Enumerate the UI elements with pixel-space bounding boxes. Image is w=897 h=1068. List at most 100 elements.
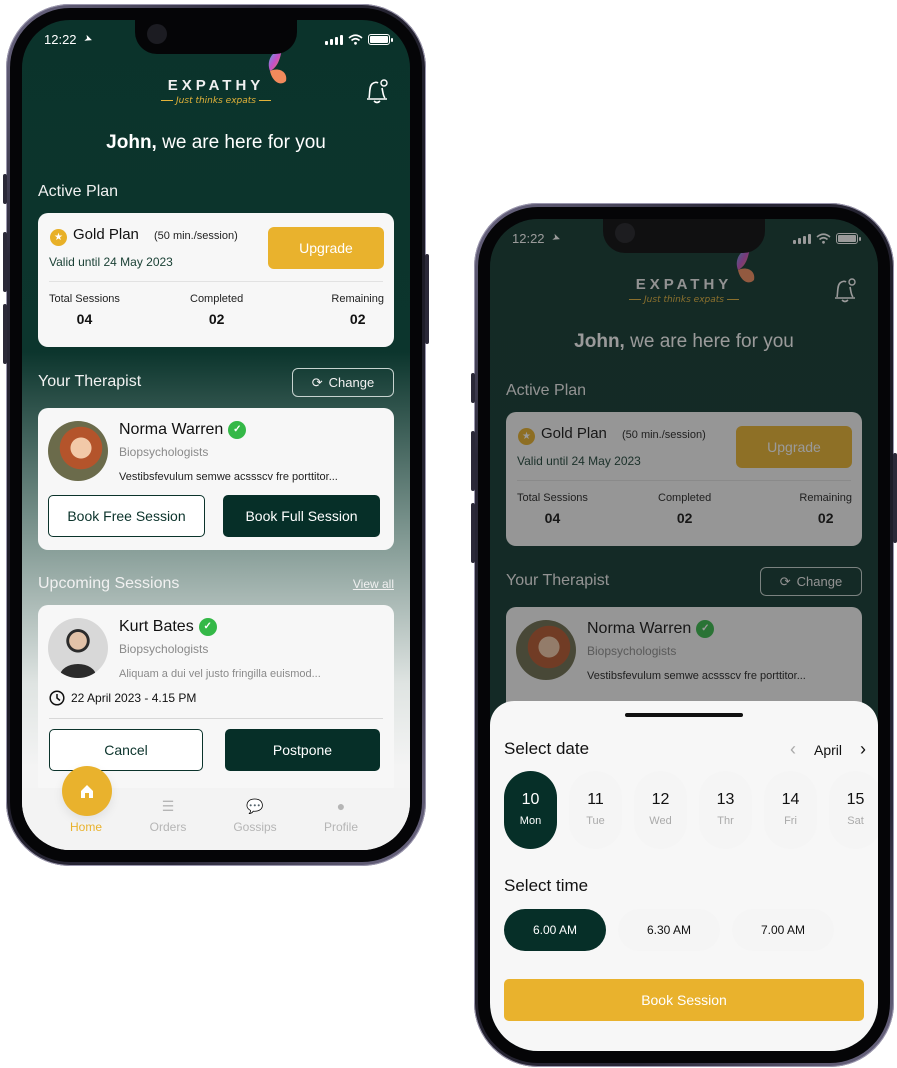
- plan-duration: (50 min./session): [154, 230, 238, 242]
- volume-up-button: [471, 431, 475, 491]
- change-therapist-button[interactable]: ⟳ Change: [292, 368, 394, 397]
- day-picker: 10 Mon 11 Tue 12 Wed 13 Thr 14 Fri 15 Sat: [504, 771, 878, 849]
- stat-remaining: Remaining 02: [331, 293, 384, 327]
- view-all-link[interactable]: View all: [353, 577, 394, 591]
- tab-label: Home: [69, 820, 102, 834]
- wifi-icon: [348, 34, 363, 45]
- mute-switch: [3, 174, 7, 204]
- session-datetime: 22 April 2023 - 4.15 PM: [49, 690, 196, 706]
- day-number: 13: [716, 791, 735, 808]
- day-number: 12: [651, 791, 670, 808]
- status-time: 12:22: [44, 32, 77, 47]
- bezel: 12:22 ➤ EXPATHY Just thinks expats John,…: [10, 8, 422, 862]
- chevron-right-icon[interactable]: ›: [860, 739, 866, 760]
- day-option[interactable]: 15 Sat: [829, 771, 878, 849]
- tab-profile[interactable]: ● Profile: [306, 798, 376, 834]
- brand-text: EXPATHY: [167, 77, 265, 94]
- therapist-specialty: Biopsychologists: [119, 445, 209, 459]
- chevron-left-icon[interactable]: ‹: [790, 739, 796, 760]
- day-option[interactable]: 11 Tue: [569, 771, 622, 849]
- cancel-session-button[interactable]: Cancel: [49, 729, 203, 771]
- notch: [135, 20, 297, 54]
- mute-switch: [471, 373, 475, 403]
- greeting-text: we are here for you: [156, 132, 326, 153]
- plan-valid-until: Valid until 24 May 2023: [49, 255, 173, 269]
- location-arrow-icon: ➤: [82, 32, 95, 47]
- time-slot[interactable]: 6.30 AM: [618, 909, 720, 951]
- list-icon: ☰: [161, 798, 175, 814]
- upgrade-button[interactable]: Upgrade: [268, 227, 384, 269]
- volume-up-button: [3, 232, 7, 292]
- day-weekday: Thr: [717, 815, 734, 827]
- change-label: Change: [328, 375, 375, 390]
- greeting-name: John,: [106, 132, 157, 153]
- tab-orders[interactable]: ☰ Orders: [133, 798, 203, 834]
- refresh-icon: ⟳: [311, 374, 323, 390]
- active-plan-title: Active Plan: [38, 183, 119, 200]
- stat-label: Total Sessions: [49, 293, 120, 305]
- therapist-section-title: Your Therapist: [38, 373, 142, 390]
- stat-label: Remaining: [331, 293, 384, 305]
- greeting: John, we are here for you: [22, 132, 410, 154]
- select-time-title: Select time: [504, 876, 589, 895]
- day-number: 14: [781, 791, 800, 808]
- day-weekday: Sat: [847, 815, 864, 827]
- day-number: 10: [521, 791, 540, 808]
- brand-name: EXPATHY: [167, 49, 287, 94]
- tagline: Just thinks expats: [22, 96, 410, 106]
- therapist-name-row: Norma Warren ✓: [119, 421, 247, 439]
- sheet-drag-handle[interactable]: [625, 713, 743, 717]
- therapist-name: Norma Warren: [119, 421, 224, 438]
- tagline-text: Just thinks expats: [176, 96, 256, 106]
- day-option[interactable]: 14 Fri: [764, 771, 817, 849]
- book-free-session-button[interactable]: Book Free Session: [48, 495, 205, 537]
- clock-icon: [49, 690, 65, 706]
- day-weekday: Tue: [586, 815, 605, 827]
- screen: 12:22 ➤ EXPATHY Just thinks expats John,…: [490, 219, 878, 1051]
- session-therapist-avatar: [48, 618, 108, 678]
- butterfly-icon: [269, 49, 287, 84]
- chat-icon: 💬: [246, 798, 264, 814]
- book-session-button[interactable]: Book Session: [504, 979, 864, 1021]
- front-camera: [147, 24, 167, 44]
- time-picker: 6.00 AM 6.30 AM 7.00 AM: [504, 909, 834, 951]
- home-icon: [81, 785, 93, 798]
- phone-home-screen: 12:22 ➤ EXPATHY Just thinks expats John,…: [3, 4, 429, 866]
- verified-badge-icon: ✓: [228, 421, 247, 439]
- stat-value: 04: [76, 311, 93, 327]
- session-datetime-text: 22 April 2023 - 4.15 PM: [71, 691, 197, 705]
- divider: [49, 718, 383, 719]
- notification-bell-icon[interactable]: [364, 78, 390, 106]
- tab-gossips[interactable]: 💬 Gossips: [220, 798, 290, 834]
- session-therapist-name-row: Kurt Bates ✓: [119, 618, 217, 636]
- plan-name: Gold Plan: [73, 226, 139, 243]
- select-date-title: Select date: [504, 739, 590, 758]
- plan-card: ★ Gold Plan (50 min./session) Valid unti…: [38, 213, 394, 347]
- expathy-logo: EXPATHY Just thinks expats: [22, 49, 410, 106]
- time-slot[interactable]: 6.00 AM: [504, 909, 606, 951]
- day-option[interactable]: 13 Thr: [699, 771, 752, 849]
- tab-label: Profile: [323, 820, 358, 834]
- volume-down-button: [3, 304, 7, 364]
- stat-total-sessions: Total Sessions 04: [49, 293, 120, 327]
- home-fab-button[interactable]: [62, 766, 112, 816]
- day-option[interactable]: 10 Mon: [504, 771, 557, 849]
- stat-value: 02: [208, 311, 225, 327]
- booking-bottom-sheet: Select date ‹ April › 10 Mon 11 Tue 12 Wed …: [490, 701, 878, 1051]
- stat-completed: Completed 02: [190, 293, 243, 327]
- day-option[interactable]: 12 Wed: [634, 771, 687, 849]
- battery-icon: [368, 34, 393, 45]
- postpone-session-button[interactable]: Postpone: [225, 729, 380, 771]
- therapist-avatar: [48, 421, 108, 481]
- tab-label: Orders: [149, 820, 187, 834]
- book-full-session-button[interactable]: Book Full Session: [223, 495, 380, 537]
- day-weekday: Wed: [649, 815, 672, 827]
- day-weekday: Mon: [519, 815, 542, 827]
- power-button: [893, 453, 897, 543]
- stat-label: Completed: [190, 293, 244, 305]
- day-number: 11: [587, 791, 604, 808]
- time-slot[interactable]: 7.00 AM: [732, 909, 834, 951]
- bezel: 12:22 ➤ EXPATHY Just thinks expats John,…: [478, 207, 890, 1063]
- volume-down-button: [471, 503, 475, 563]
- star-badge-icon: ★: [50, 229, 67, 246]
